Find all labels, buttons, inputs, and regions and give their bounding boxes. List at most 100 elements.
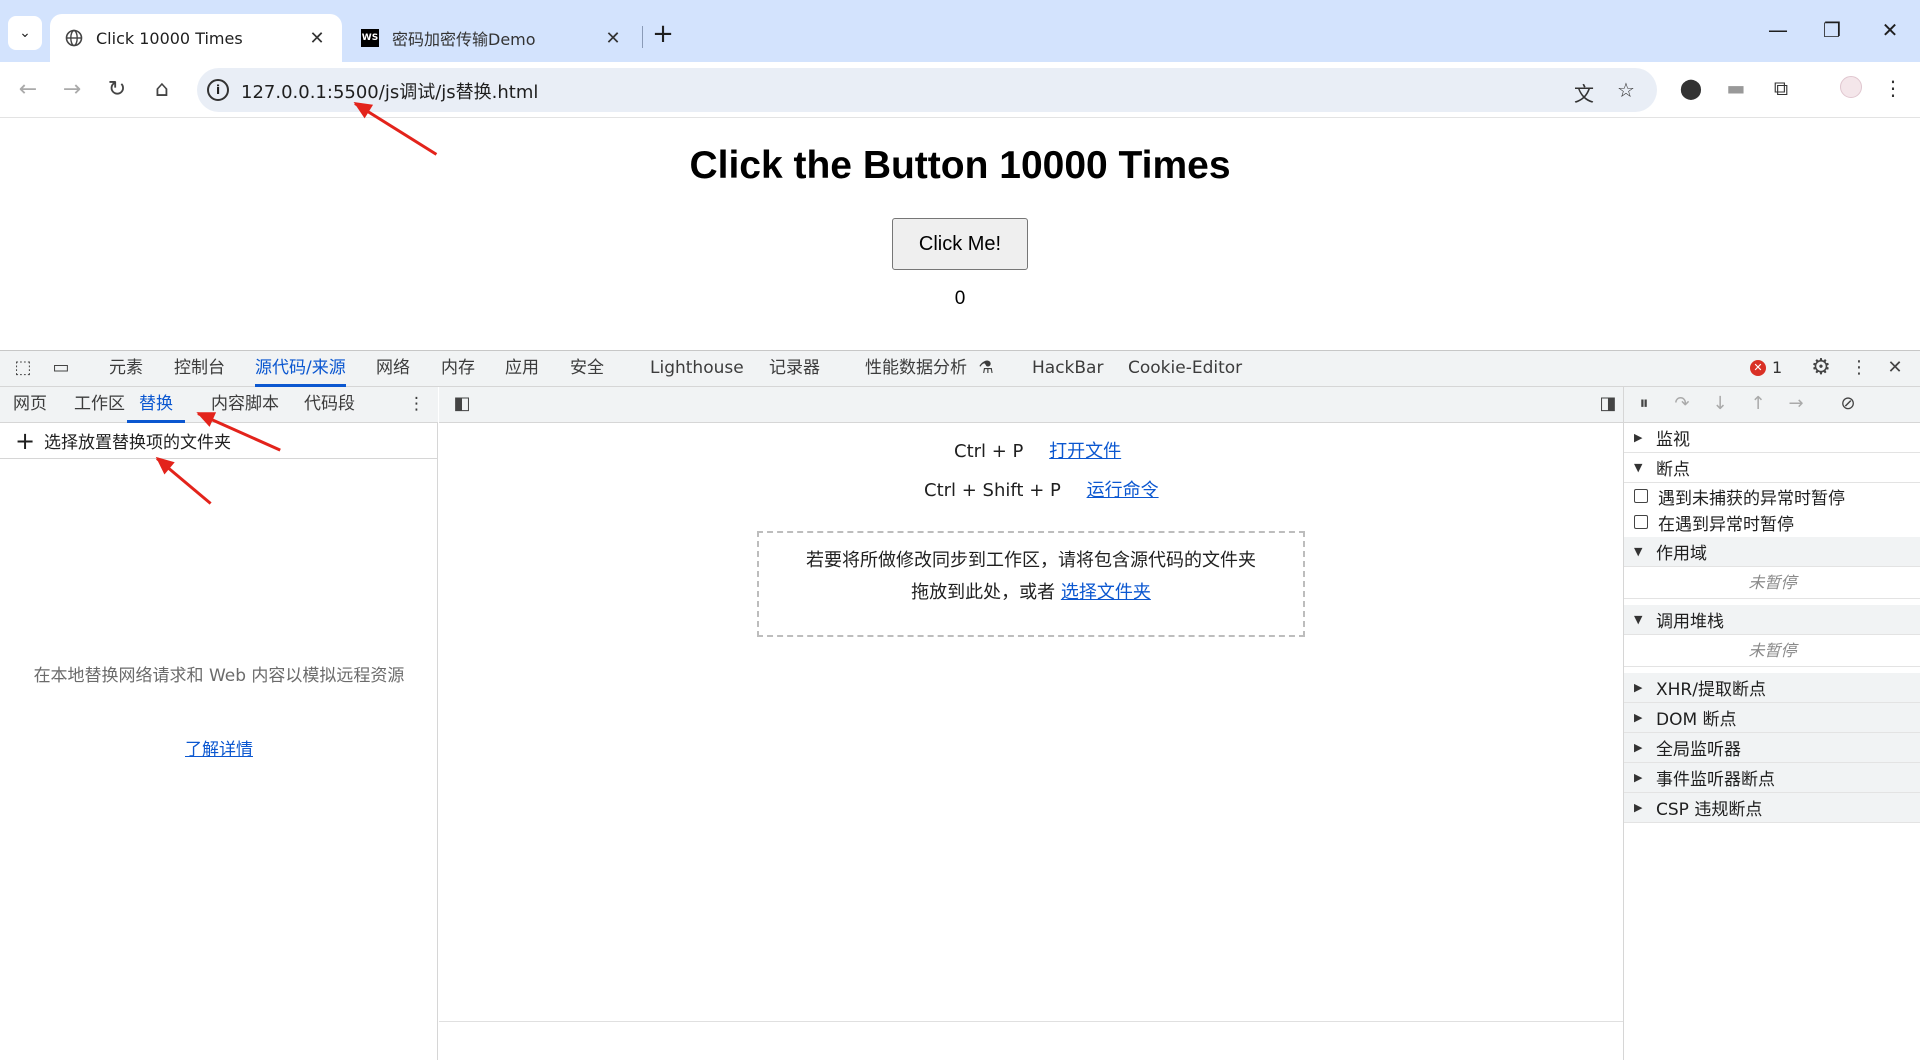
shortcut-open-file: Ctrl + P 打开文件	[954, 437, 1121, 463]
learn-more-link[interactable]: 了解详情	[0, 735, 438, 760]
step-into-icon[interactable]: ↓	[1706, 393, 1734, 414]
tab-title: Click 10000 Times	[96, 28, 243, 48]
nav-tab-workspace[interactable]: 工作区	[74, 387, 125, 423]
site-info-icon[interactable]: i	[207, 79, 229, 101]
tab-click-10000[interactable]: Click 10000 Times ✕	[50, 14, 342, 62]
step-out-icon[interactable]: ↑	[1744, 393, 1772, 414]
plus-icon: +	[14, 426, 36, 455]
section-global-listeners[interactable]: ▶ 全局监听器	[1624, 733, 1920, 763]
translate-icon[interactable]: 文	[1574, 78, 1594, 107]
nav-tab-snippets[interactable]: 代码段	[304, 387, 355, 423]
expand-triangle-icon: ▶	[1634, 741, 1643, 754]
error-icon: ✕	[1750, 359, 1766, 376]
more-tabs-icon[interactable]: ⋮	[408, 387, 425, 423]
select-override-folder[interactable]: + 选择放置替换项的文件夹	[0, 423, 438, 459]
tab-encrypt-demo[interactable]: WS 密码加密传输Demo ✕	[346, 14, 638, 62]
bookmark-star-icon[interactable]: ☆	[1617, 78, 1635, 102]
step-over-icon[interactable]: ↷	[1668, 393, 1696, 414]
step-icon[interactable]: →	[1782, 393, 1810, 414]
panel-sources[interactable]: 源代码/来源	[255, 351, 346, 387]
panel-label: 性能数据分析	[865, 358, 967, 378]
collapse-triangle-icon: ▼	[1634, 545, 1643, 558]
panel-memory[interactable]: 内存	[441, 351, 475, 387]
pause-uncaught-option[interactable]: 遇到未捕获的异常时暂停	[1624, 483, 1920, 509]
section-breakpoints[interactable]: ▼ 断点	[1624, 453, 1920, 483]
nav-tab-page[interactable]: 网页	[13, 387, 47, 423]
panel-hackbar[interactable]: HackBar	[1032, 351, 1103, 387]
section-xhr-breakpoints[interactable]: ▶ XHR/提取断点	[1624, 673, 1920, 703]
extensions-puzzle-icon[interactable]: ⧉	[1766, 76, 1796, 100]
nav-tab-overrides[interactable]: 替换	[127, 387, 185, 423]
devtools-menu-icon[interactable]: ⋮	[1846, 357, 1872, 378]
pause-icon[interactable]: ⏸	[1630, 393, 1658, 414]
close-icon[interactable]: ✕	[602, 28, 624, 49]
click-me-button[interactable]: Click Me!	[892, 218, 1028, 270]
device-toolbar-icon[interactable]: ▭	[48, 357, 74, 378]
panel-application[interactable]: 应用	[505, 351, 539, 387]
section-event-listener-breakpoints[interactable]: ▶ 事件监听器断点	[1624, 763, 1920, 793]
dropzone-text-line1: 若要将所做修改同步到工作区，请将包含源代码的文件夹	[806, 550, 1256, 571]
panel-performance-insights[interactable]: 性能数据分析 ⚗	[865, 351, 994, 387]
select-folder-label: 选择放置替换项的文件夹	[44, 433, 231, 453]
shortcut-keys: Ctrl + P	[954, 441, 1024, 462]
panel-cookie-editor[interactable]: Cookie-Editor	[1128, 351, 1242, 387]
panel-network[interactable]: 网络	[376, 351, 410, 387]
pause-caught-option[interactable]: 在遇到异常时暂停	[1624, 509, 1920, 535]
panel-elements[interactable]: 元素	[109, 351, 143, 387]
toggle-debugger-icon[interactable]: ◨	[1594, 393, 1622, 414]
checkbox[interactable]	[1634, 515, 1648, 529]
shortcut-run-command: Ctrl + Shift + P 运行命令	[924, 476, 1159, 502]
section-call-stack[interactable]: ▼ 调用堆栈	[1624, 605, 1920, 635]
home-icon[interactable]: ⌂	[146, 74, 178, 106]
tab-strip: ⌄ Click 10000 Times ✕ WS 密码加密传输Demo ✕ + …	[0, 0, 1920, 62]
workspace-dropzone[interactable]: 若要将所做修改同步到工作区，请将包含源代码的文件夹 拖放到此处，或者 选择文件夹	[757, 531, 1305, 637]
new-tab-button[interactable]: +	[648, 20, 678, 50]
open-file-link[interactable]: 打开文件	[1049, 441, 1121, 462]
window-close-icon[interactable]: ✕	[1870, 18, 1910, 48]
browser-toolbar: ← → ↻ ⌂ i 127.0.0.1:5500/js调试/js替换.html …	[0, 62, 1920, 118]
panel-lighthouse[interactable]: Lighthouse	[650, 351, 744, 387]
run-command-link[interactable]: 运行命令	[1087, 480, 1159, 501]
nav-tab-content-scripts[interactable]: 内容脚本	[211, 387, 279, 423]
back-icon[interactable]: ←	[12, 74, 44, 106]
click-count: 0	[954, 288, 966, 309]
checkbox[interactable]	[1634, 489, 1648, 503]
error-count-badge[interactable]: ✕ 1	[1750, 358, 1782, 377]
panel-console[interactable]: 控制台	[174, 351, 225, 387]
extension-circle-icon[interactable]: ⬤	[1676, 76, 1706, 100]
toggle-navigator-icon[interactable]: ◧	[449, 393, 475, 414]
url-text[interactable]: 127.0.0.1:5500/js调试/js替换.html	[241, 78, 538, 104]
deactivate-breakpoints-icon[interactable]: ⊘	[1834, 393, 1862, 414]
tab-search-button[interactable]: ⌄	[8, 16, 42, 50]
chrome-menu-icon[interactable]: ⋮	[1878, 76, 1908, 100]
flask-icon: ⚗	[978, 358, 994, 378]
close-devtools-icon[interactable]: ✕	[1882, 357, 1908, 378]
close-icon[interactable]: ✕	[306, 28, 328, 49]
editor-status-divider	[439, 1021, 1623, 1022]
address-bar[interactable]: i 127.0.0.1:5500/js调试/js替换.html 文 ☆	[197, 68, 1657, 112]
devtools-panel-tabs: ⬚ ▭ 元素 控制台 源代码/来源 网络 内存 应用 安全 Lighthouse…	[0, 351, 1920, 387]
section-watch[interactable]: ▶ 监视	[1624, 423, 1920, 453]
shortcut-keys: Ctrl + Shift + P	[924, 480, 1061, 501]
settings-gear-icon[interactable]: ⚙	[1808, 355, 1834, 380]
web-page: Click the Button 10000 Times Click Me! 0	[0, 118, 1920, 350]
section-scope[interactable]: ▼ 作用域	[1624, 537, 1920, 567]
panel-recorder[interactable]: 记录器	[769, 351, 820, 387]
tab-separator	[642, 26, 643, 48]
extension-bar-icon[interactable]: ▬	[1721, 76, 1751, 100]
expand-triangle-icon: ▶	[1634, 681, 1643, 694]
webstorm-icon: WS	[360, 28, 380, 48]
restore-icon[interactable]: ❐	[1812, 18, 1852, 48]
panel-security[interactable]: 安全	[570, 351, 604, 387]
page-heading: Click the Button 10000 Times	[689, 144, 1231, 187]
minimize-icon[interactable]: —	[1758, 18, 1798, 48]
inspect-element-icon[interactable]: ⬚	[10, 357, 36, 378]
section-csp-breakpoints[interactable]: ▶ CSP 违规断点	[1624, 793, 1920, 823]
sources-navigator: 网页 工作区 替换 内容脚本 代码段 ⋮ + 选择放置替换项的文件夹 在本地替换…	[0, 387, 438, 1060]
section-dom-breakpoints[interactable]: ▶ DOM 断点	[1624, 703, 1920, 733]
overrides-empty-text: 在本地替换网络请求和 Web 内容以模拟远程资源	[33, 666, 405, 686]
forward-icon[interactable]: →	[56, 74, 88, 106]
profile-avatar[interactable]	[1836, 76, 1866, 103]
select-folder-link[interactable]: 选择文件夹	[1061, 582, 1151, 603]
reload-icon[interactable]: ↻	[101, 74, 133, 106]
